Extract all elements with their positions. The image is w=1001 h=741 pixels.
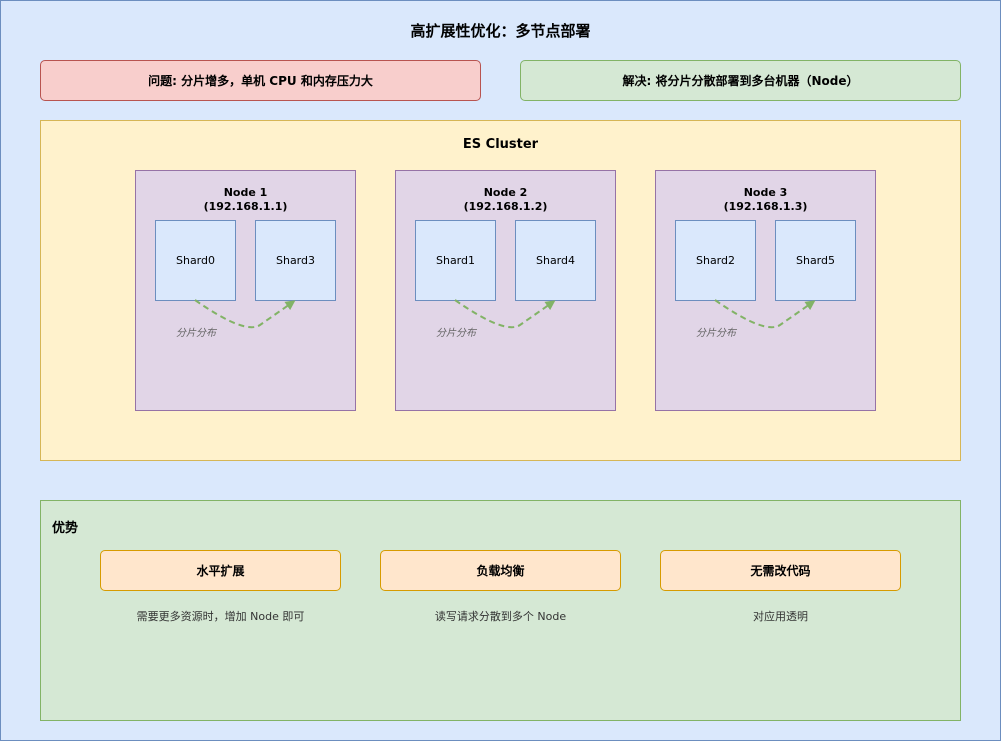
advantage-desc: 需要更多资源时，增加 Node 即可 xyxy=(136,610,305,623)
advantage-box-load-balance: 负载均衡 xyxy=(380,550,621,591)
advantages-title: 优势 xyxy=(52,521,79,536)
advantage-box-horizontal-scale: 水平扩展 xyxy=(100,550,341,591)
advantage-desc: 对应用透明 xyxy=(753,610,808,623)
advantage-box-no-code-change: 无需改代码 xyxy=(660,550,901,591)
shard-arrow xyxy=(714,299,816,329)
advantage-desc: 读写请求分散到多个 Node xyxy=(434,610,567,623)
shard-arrow xyxy=(454,299,556,329)
shard-arrow xyxy=(194,299,296,329)
